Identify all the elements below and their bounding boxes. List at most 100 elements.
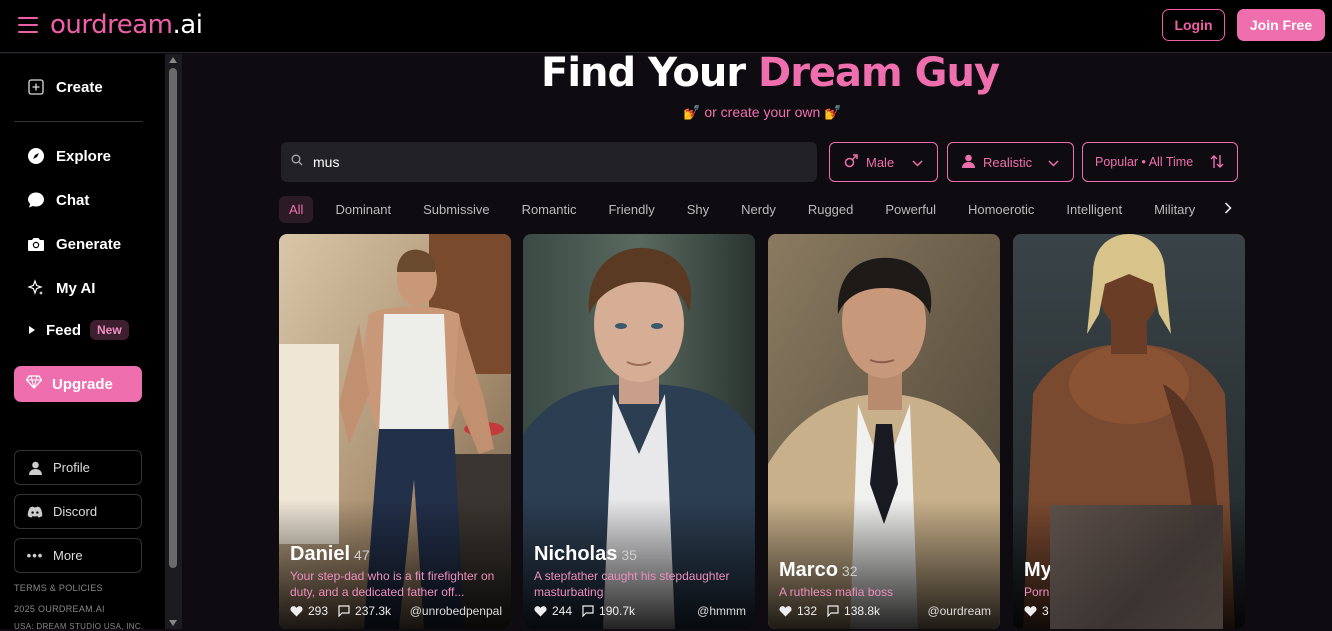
character-description: A stepfather caught his stepdaughter mas… — [534, 569, 730, 599]
sidebar-item-create[interactable]: Create — [26, 77, 103, 97]
tag-powerful[interactable]: Powerful — [875, 196, 946, 223]
tag-friendly[interactable]: Friendly — [598, 196, 664, 223]
sidebar-item-label: Chat — [56, 191, 90, 209]
character-card-marco[interactable]: Marco 32 A ruthless mafia boss 132 138.8k… — [768, 234, 1000, 629]
tag-military[interactable]: Military — [1144, 196, 1205, 223]
company-text: USA: DREAM STUDIO USA, INC. — [14, 622, 144, 631]
likes-stat: 3 — [1024, 604, 1049, 618]
card-stats: 244 190.7k @hmmm — [534, 604, 746, 618]
create-own-link[interactable]: 💅 or create your own 💅 — [683, 104, 842, 121]
heart-icon — [1024, 606, 1037, 617]
logo-suffix: .ai — [172, 10, 203, 40]
discord-button[interactable]: Discord — [14, 494, 142, 529]
search-bar[interactable] — [281, 142, 817, 182]
name-text: Marco — [779, 559, 838, 581]
character-description: Your step-dad who is a fit firefighter o… — [290, 569, 495, 599]
search-input[interactable] — [313, 154, 793, 170]
likes-count: 244 — [552, 604, 573, 618]
character-age: 32 — [841, 563, 858, 579]
character-age: 47 — [354, 547, 370, 563]
chats-stat: 138.8k — [827, 604, 880, 618]
sidebar-item-chat[interactable]: Chat — [26, 190, 89, 210]
new-badge: New — [90, 320, 129, 340]
likes-count: 293 — [308, 604, 329, 618]
chevron-down-icon — [1048, 155, 1059, 170]
tag-submissive[interactable]: Submissive — [413, 196, 499, 223]
character-description: A ruthless mafia boss — [779, 585, 894, 599]
search-icon — [291, 153, 303, 171]
join-free-button[interactable]: Join Free — [1237, 9, 1325, 41]
censor-blur-overlay — [1050, 505, 1223, 629]
user-icon — [27, 461, 43, 475]
scroll-down-icon[interactable] — [169, 620, 177, 626]
tag-rugged[interactable]: Rugged — [798, 196, 864, 223]
message-icon — [338, 605, 350, 617]
title-part1: Find Your — [541, 50, 758, 96]
logo-main: ourdream — [50, 10, 173, 40]
gender-filter[interactable]: Male — [829, 142, 938, 182]
profile-label: Profile — [53, 460, 90, 475]
tag-dominant[interactable]: Dominant — [325, 196, 401, 223]
plus-square-icon — [26, 77, 46, 97]
discord-icon — [27, 506, 43, 518]
menu-icon[interactable] — [18, 17, 38, 33]
chats-count: 237.3k — [355, 604, 392, 618]
logo[interactable]: ourdream.ai — [50, 10, 203, 40]
tag-nerdy[interactable]: Nerdy — [731, 196, 786, 223]
terms-link[interactable]: TERMS & POLICIES — [14, 583, 103, 593]
sort-filter[interactable]: Popular • All Time — [1082, 142, 1238, 182]
sidebar-item-generate[interactable]: Generate — [26, 234, 121, 254]
sidebar-item-label: Explore — [56, 147, 112, 165]
character-card-nicholas[interactable]: Nicholas 35 A stepfather caught his stepd… — [523, 234, 755, 629]
login-button[interactable]: Login — [1162, 9, 1225, 41]
creator-handle[interactable]: @unrobedpenpal — [410, 604, 502, 618]
character-card-daniel[interactable]: Daniel 47 Your step-dad who is a fit fire… — [279, 234, 511, 629]
tag-intelligent[interactable]: Intelligent — [1056, 196, 1132, 223]
sidebar-item-my-ai[interactable]: My AI — [26, 278, 95, 298]
character-name: Daniel 47 — [290, 543, 370, 566]
sidebar-item-label: Feed — [46, 321, 82, 339]
tag-shy[interactable]: Shy — [677, 196, 719, 223]
diamond-icon — [25, 375, 43, 393]
heart-icon — [290, 606, 303, 617]
likes-stat: 132 — [779, 604, 817, 618]
creator-handle[interactable]: @ourdream — [927, 604, 991, 618]
character-name: Nicholas 35 — [534, 543, 637, 566]
chat-bubble-icon — [26, 190, 46, 210]
name-text: My — [1024, 559, 1052, 581]
heart-icon — [534, 606, 547, 617]
more-button[interactable]: ••• More — [14, 538, 142, 573]
name-text: Nicholas — [534, 543, 618, 565]
more-label: More — [53, 548, 83, 563]
style-filter[interactable]: Realistic — [947, 142, 1074, 182]
tag-romantic[interactable]: Romantic — [512, 196, 587, 223]
character-name: Marco 32 — [779, 559, 857, 582]
tag-all[interactable]: All — [279, 195, 314, 223]
likes-stat: 293 — [290, 604, 328, 618]
likes-stat: 244 — [534, 604, 572, 618]
sidebar-item-explore[interactable]: Explore — [26, 146, 111, 166]
male-symbol-icon — [844, 153, 858, 171]
scroll-up-icon[interactable] — [169, 57, 177, 63]
sidebar-item-feed[interactable]: Feed New — [26, 320, 129, 340]
sort-arrows-icon — [1210, 154, 1224, 172]
chevron-down-icon — [912, 155, 923, 170]
tag-homoerotic[interactable]: Homoerotic — [958, 196, 1044, 223]
likes-count: 3 — [1042, 604, 1049, 618]
copyright-text: 2025 OURDREAM.AI — [14, 604, 105, 614]
chevron-right-icon[interactable] — [1224, 201, 1232, 217]
sparkles-icon — [26, 278, 46, 298]
card-stats: 132 138.8k @ourdream — [779, 604, 991, 618]
upgrade-button[interactable]: Upgrade — [14, 366, 142, 402]
likes-count: 132 — [797, 604, 818, 618]
discord-label: Discord — [53, 504, 98, 519]
profile-button[interactable]: Profile — [14, 450, 142, 485]
upgrade-label: Upgrade — [52, 375, 113, 393]
scrollbar-thumb[interactable] — [169, 68, 177, 568]
caret-right-icon — [26, 320, 38, 340]
title-part2: Dream Guy — [757, 50, 1000, 96]
creator-handle[interactable]: @hmmm — [697, 604, 746, 618]
chats-stat: 190.7k — [582, 604, 635, 618]
character-name: My — [1024, 559, 1052, 582]
chats-count: 138.8k — [844, 604, 881, 618]
